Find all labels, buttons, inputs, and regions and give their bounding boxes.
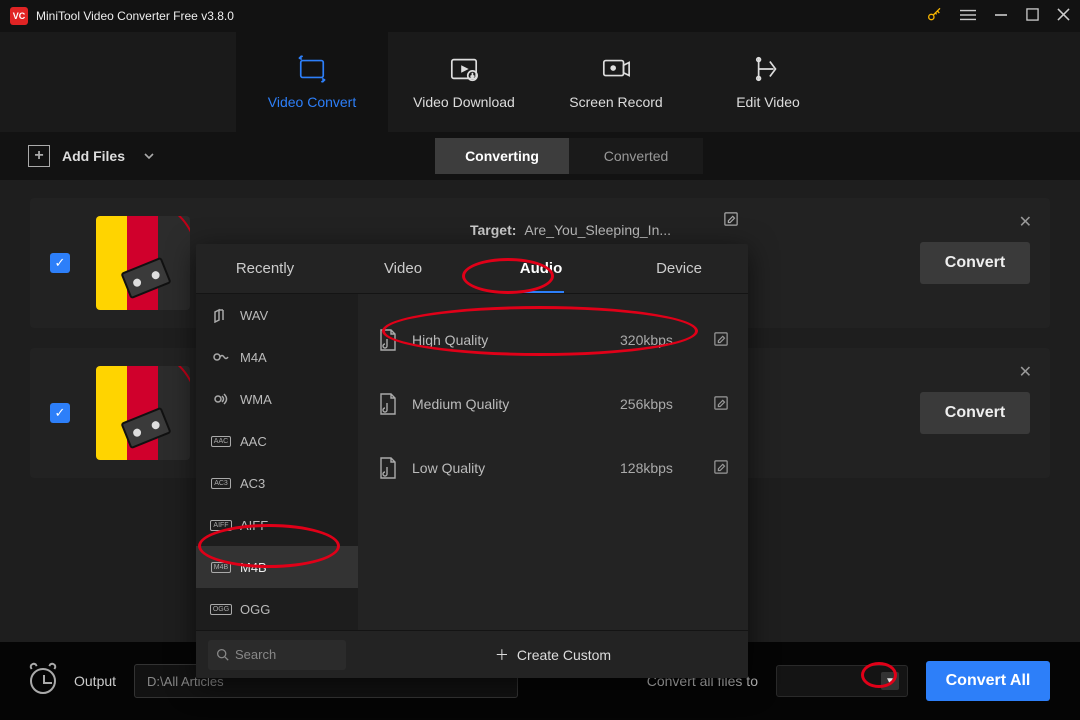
format-label: OGG xyxy=(240,602,270,617)
format-wma[interactable]: WMA xyxy=(196,378,358,420)
format-label: M4B xyxy=(240,560,267,575)
status-segment: Converting Converted xyxy=(435,138,703,174)
target-label: Target: xyxy=(470,222,516,238)
quality-list: High Quality 320kbps Medium Quality 256k… xyxy=(358,294,748,630)
checkbox[interactable]: ✓ xyxy=(50,253,70,273)
file-audio-icon xyxy=(378,392,398,416)
tab-converting[interactable]: Converting xyxy=(435,138,569,174)
mode-tabs: Video Convert Video Download Screen Reco… xyxy=(0,32,1080,132)
quality-label: High Quality xyxy=(412,332,606,348)
mode-label: Video Download xyxy=(413,94,515,110)
output-label: Output xyxy=(74,673,116,689)
format-list[interactable]: WAV M4A WMA AACAAC AC3AC3 AIFFAIFF M4BM4… xyxy=(196,294,358,630)
file-audio-icon xyxy=(378,456,398,480)
format-label: AAC xyxy=(240,434,267,449)
mode-video-convert[interactable]: Video Convert xyxy=(236,32,388,132)
chevron-down-icon[interactable] xyxy=(143,150,155,162)
tab-audio[interactable]: Audio xyxy=(472,244,610,293)
plus-icon: ＋ xyxy=(495,645,509,665)
format-label: M4A xyxy=(240,350,267,365)
remove-file-button[interactable]: ✕ xyxy=(1019,362,1032,382)
mode-label: Screen Record xyxy=(569,94,662,110)
checkbox[interactable]: ✓ xyxy=(50,403,70,423)
thumbnail xyxy=(96,366,190,460)
add-files-label: Add Files xyxy=(62,148,125,164)
popover-tabs: Recently Video Audio Device xyxy=(196,244,748,294)
tab-video[interactable]: Video xyxy=(334,244,472,293)
format-ogg[interactable]: OGGOGG xyxy=(196,588,358,630)
mode-label: Edit Video xyxy=(736,94,800,110)
format-ac3[interactable]: AC3AC3 xyxy=(196,462,358,504)
chevron-down-icon: ▼ xyxy=(881,672,899,690)
edit-quality-icon[interactable] xyxy=(714,396,728,413)
edit-target-icon[interactable] xyxy=(724,212,738,229)
format-aiff[interactable]: AIFFAIFF xyxy=(196,504,358,546)
thumbnail xyxy=(96,216,190,310)
plus-icon: + xyxy=(28,145,50,167)
tab-converted[interactable]: Converted xyxy=(569,138,703,174)
tab-device[interactable]: Device xyxy=(610,244,748,293)
key-icon[interactable] xyxy=(926,7,942,26)
format-label: AC3 xyxy=(240,476,265,491)
format-m4a[interactable]: M4A xyxy=(196,336,358,378)
minimize-button[interactable] xyxy=(994,8,1008,25)
target-name: Are_You_Sleeping_In... xyxy=(524,222,671,238)
create-custom-label: Create Custom xyxy=(517,647,611,663)
format-label: WAV xyxy=(240,308,268,323)
add-files-button[interactable]: + Add Files xyxy=(28,145,155,167)
quality-bitrate: 320kbps xyxy=(620,332,700,348)
search-icon xyxy=(216,648,229,661)
mode-video-download[interactable]: Video Download xyxy=(388,32,540,132)
convert-button[interactable]: Convert xyxy=(920,392,1030,434)
edit-quality-icon[interactable] xyxy=(714,460,728,477)
format-search-input[interactable]: Search xyxy=(208,640,346,670)
app-logo: VC xyxy=(10,7,28,25)
tab-recently[interactable]: Recently xyxy=(196,244,334,293)
quality-bitrate: 128kbps xyxy=(620,460,700,476)
menu-icon[interactable] xyxy=(960,8,976,25)
quality-label: Medium Quality xyxy=(412,396,606,412)
output-format-dropdown[interactable]: ▼ xyxy=(776,665,908,697)
toolbar: + Add Files Converting Converted xyxy=(0,132,1080,180)
scheduler-icon[interactable] xyxy=(30,668,56,694)
format-wav[interactable]: WAV xyxy=(196,294,358,336)
format-m4b[interactable]: M4BM4B xyxy=(196,546,358,588)
format-aac[interactable]: AACAAC xyxy=(196,420,358,462)
titlebar: VC MiniTool Video Converter Free v3.8.0 xyxy=(0,0,1080,32)
remove-file-button[interactable]: ✕ xyxy=(1019,212,1032,232)
quality-bitrate: 256kbps xyxy=(620,396,700,412)
create-custom-button[interactable]: ＋ Create Custom xyxy=(358,645,748,665)
app-title: MiniTool Video Converter Free v3.8.0 xyxy=(36,9,234,23)
edit-quality-icon[interactable] xyxy=(714,332,728,349)
close-button[interactable] xyxy=(1057,8,1070,24)
mode-screen-record[interactable]: Screen Record xyxy=(540,32,692,132)
mode-edit-video[interactable]: Edit Video xyxy=(692,32,844,132)
convert-button[interactable]: Convert xyxy=(920,242,1030,284)
convert-all-button[interactable]: Convert All xyxy=(926,661,1050,701)
format-label: WMA xyxy=(240,392,272,407)
quality-label: Low Quality xyxy=(412,460,606,476)
format-popover: Recently Video Audio Device WAV M4A WMA … xyxy=(196,244,748,678)
mode-label: Video Convert xyxy=(268,94,356,110)
search-placeholder: Search xyxy=(235,647,276,662)
maximize-button[interactable] xyxy=(1026,8,1039,24)
quality-medium[interactable]: Medium Quality 256kbps xyxy=(378,372,728,436)
format-label: AIFF xyxy=(240,518,268,533)
quality-high[interactable]: High Quality 320kbps xyxy=(378,308,728,372)
quality-low[interactable]: Low Quality 128kbps xyxy=(378,436,728,500)
file-audio-icon xyxy=(378,328,398,352)
